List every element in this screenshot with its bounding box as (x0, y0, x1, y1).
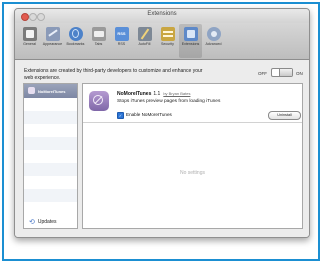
extensions-list: NoMoreITunes ⟲ Updates (23, 83, 78, 229)
enable-checkbox[interactable]: ✓ (117, 112, 124, 119)
toolbar-tabs-label: Tabs (94, 42, 103, 46)
list-empty-row (24, 176, 77, 189)
general-switch-icon (22, 27, 37, 41)
extension-description: Stops iTunes preview pages from loading … (117, 99, 221, 104)
toolbar-extensions[interactable]: Extensions (179, 24, 202, 58)
bookmarks-globe-icon (68, 27, 83, 41)
toolbar-appearance[interactable]: Appearance (41, 24, 64, 58)
no-settings-text: No settings (179, 170, 205, 176)
extension-list-item-label: NoMoreITunes (38, 88, 66, 94)
developer-link[interactable]: by Bryan Bates (163, 91, 190, 96)
extension-title: NoMoreITunes 1.1 by Bryan Bates (117, 91, 190, 97)
preferences-toolbar: General Appearance Bookmarks Tabs RSS RS… (15, 23, 309, 60)
toolbar-security-label: Security (161, 42, 174, 46)
extensions-pane: Extensions are created by third-party de… (15, 60, 309, 237)
toolbar-bookmarks[interactable]: Bookmarks (64, 24, 87, 58)
title-bar: Extensions (15, 9, 309, 23)
toggle-off-label: OFF (258, 71, 267, 76)
toolbar-general-label: General (23, 42, 36, 46)
extensions-description: Extensions are created by third-party de… (24, 68, 203, 81)
extension-small-icon (28, 87, 35, 94)
toolbar-advanced[interactable]: Advanced (202, 24, 225, 58)
detail-divider (83, 122, 302, 123)
security-bars-icon (160, 27, 175, 41)
extensions-icon (183, 27, 198, 41)
toolbar-tabs[interactable]: Tabs (87, 24, 110, 58)
extension-name: NoMoreITunes (117, 91, 152, 97)
toolbar-rss-label: RSS (117, 42, 126, 46)
updates-arrows-icon: ⟲ (29, 219, 35, 226)
list-empty-row (24, 98, 77, 111)
list-empty-row (24, 163, 77, 176)
toolbar-appearance-label: Appearance (42, 42, 63, 46)
extension-detail-panel: NoMoreITunes 1.1 by Bryan Bates Stops iTun… (82, 83, 303, 229)
updates-label: Updates (37, 219, 57, 225)
enable-checkbox-label: Enable NoMoreITunes (126, 112, 172, 117)
toolbar-autofill[interactable]: AutoFill (133, 24, 156, 58)
list-empty-row (24, 124, 77, 137)
nomoreitunes-icon (89, 91, 109, 111)
list-empty-row (24, 150, 77, 163)
toolbar-bookmarks-label: Bookmarks (66, 42, 85, 46)
tabs-icon (91, 27, 106, 41)
autofill-pencil-icon (137, 27, 152, 41)
toolbar-general[interactable]: General (18, 24, 41, 58)
extensions-preferences-window: Extensions General Appearance Bookmarks … (14, 8, 310, 238)
list-empty-row (24, 189, 77, 202)
toolbar-autofill-label: AutoFill (138, 42, 151, 46)
toggle-on-label: ON (296, 71, 303, 76)
extension-list-item-nomoreitunes[interactable]: NoMoreITunes (24, 84, 77, 98)
toolbar-rss[interactable]: RSS RSS (110, 24, 133, 58)
toggle-thumb[interactable] (279, 69, 292, 76)
extension-version: 1.1 (153, 91, 161, 97)
list-empty-row (24, 137, 77, 150)
uninstall-button[interactable]: Uninstall (268, 111, 301, 120)
window-title: Extensions (147, 11, 177, 17)
toolbar-security[interactable]: Security (156, 24, 179, 58)
rss-icon: RSS (114, 27, 129, 41)
enable-extension-row[interactable]: ✓ Enable NoMoreITunes (117, 112, 172, 119)
toolbar-advanced-label: Advanced (205, 42, 222, 46)
advanced-gear-icon (206, 27, 221, 41)
appearance-icon (45, 27, 60, 41)
list-empty-row (24, 111, 77, 124)
updates-button[interactable]: ⟲ Updates (29, 218, 57, 226)
extensions-on-off-toggle[interactable] (271, 68, 293, 77)
toolbar-extensions-label: Extensions (181, 42, 200, 46)
